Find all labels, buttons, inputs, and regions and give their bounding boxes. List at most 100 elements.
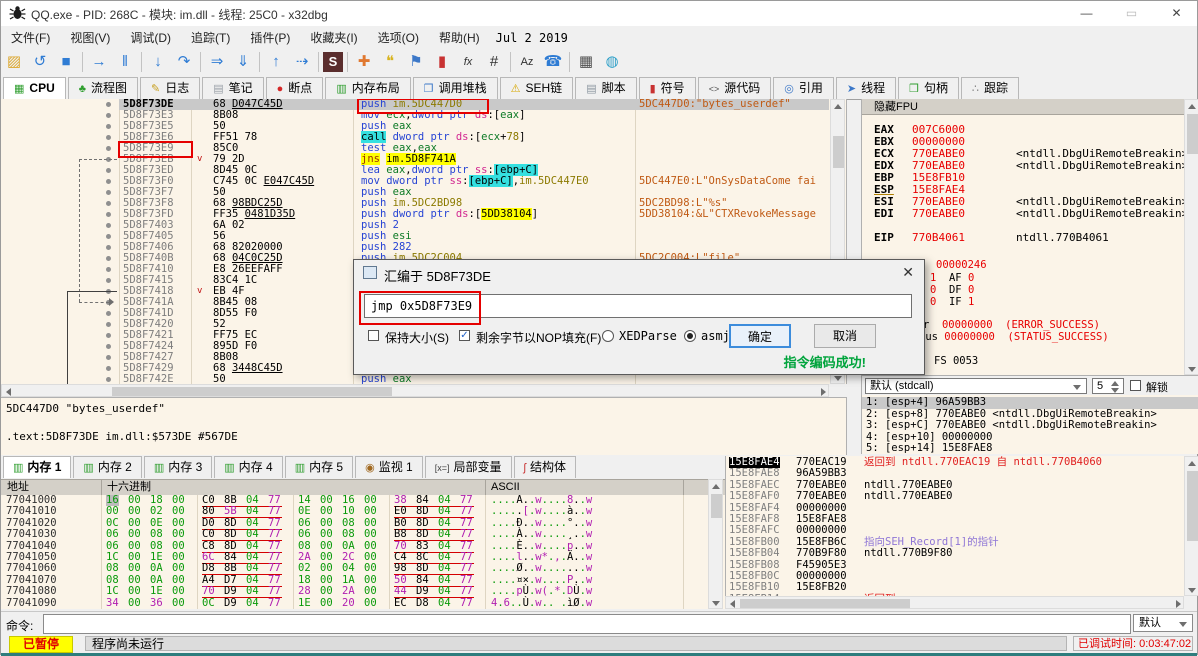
tab-script[interactable]: ▤ 脚本 bbox=[575, 77, 637, 99]
dialog-titlebar[interactable]: 汇编于 5D8F73DE ✕ bbox=[354, 260, 924, 286]
labels-icon[interactable]: ⚑ bbox=[404, 50, 428, 74]
dump-row[interactable]: 77041030 06 00 08 00 C0 8D 04 77 06 00 08 00 B8 8D 04 77… bbox=[1, 528, 725, 542]
scroll-up-icon[interactable] bbox=[712, 484, 720, 489]
breakpoint-dot[interactable] bbox=[106, 234, 111, 239]
breakpoint-dot[interactable] bbox=[106, 245, 111, 250]
stack-row[interactable]: 15E8FB10 15E8FB20 bbox=[726, 581, 1198, 593]
scroll-right-icon[interactable] bbox=[1176, 600, 1181, 608]
stack-vscrollbar[interactable] bbox=[1184, 456, 1198, 596]
memory-dump-pane[interactable]: 77041000 16 00 18 00 C0 8B 04 77 14 00 16 00 38 84 04 77… bbox=[1, 495, 725, 609]
scroll-left-icon[interactable] bbox=[730, 600, 735, 608]
tab-threads[interactable]: ➤ 线程 bbox=[835, 77, 897, 99]
patches-icon[interactable]: ✚ bbox=[352, 50, 376, 74]
stack-row[interactable]: 15E8FAF0 770EABE0 ntdll.770EABE0 bbox=[726, 490, 1198, 502]
command-profile-combo[interactable]: 默认 bbox=[1133, 614, 1193, 632]
breakpoint-dot[interactable] bbox=[106, 355, 111, 360]
scroll-down-icon[interactable] bbox=[712, 601, 720, 606]
restart-icon[interactable]: ↺ bbox=[28, 50, 52, 74]
cancel-button[interactable]: 取消 bbox=[814, 324, 876, 348]
scroll-up-icon[interactable] bbox=[1188, 104, 1196, 109]
scroll-thumb[interactable] bbox=[711, 494, 722, 518]
tab-notes[interactable]: ▤ 笔记 bbox=[202, 77, 264, 99]
breakpoint-dot[interactable] bbox=[106, 377, 111, 382]
breakpoint-dot[interactable] bbox=[106, 113, 111, 118]
tab-trace[interactable]: ∴ 跟踪 bbox=[960, 77, 1019, 99]
run-icon[interactable]: → bbox=[87, 50, 111, 74]
ok-button[interactable]: 确定 bbox=[729, 324, 791, 348]
disasm-hscrollbar[interactable] bbox=[1, 384, 829, 397]
breakpoint-dot[interactable] bbox=[106, 366, 111, 371]
tab-source[interactable]: <> 源代码 bbox=[697, 77, 772, 99]
breakpoint-dot[interactable] bbox=[106, 179, 111, 184]
tab-seh-chain[interactable]: ⚠ SEH链 bbox=[499, 77, 574, 99]
scroll-thumb[interactable] bbox=[1187, 114, 1198, 154]
breakpoint-dot[interactable] bbox=[106, 102, 111, 107]
breakpoint-dot[interactable] bbox=[106, 223, 111, 228]
breakpoint-dot[interactable] bbox=[106, 256, 111, 261]
run-to-cursor-icon[interactable]: ⇒ bbox=[205, 50, 229, 74]
comments-icon[interactable]: ❝ bbox=[378, 50, 402, 74]
stack-hscrollbar[interactable] bbox=[725, 596, 1184, 609]
disasm-row[interactable]: 5D8F742E 50 push eax bbox=[1, 374, 846, 384]
breakpoint-dot[interactable] bbox=[106, 124, 111, 129]
scroll-thumb[interactable] bbox=[833, 136, 844, 168]
tab-watch1[interactable]: ◉ 监视 1 bbox=[355, 456, 423, 478]
close-button[interactable]: ✕ bbox=[1154, 1, 1198, 26]
register-row[interactable]: EDI 770EABE0 <ntdll.DbgUiRemoteBreakin> bbox=[874, 207, 1188, 220]
tab-dump5[interactable]: ▥ 内存 5 bbox=[284, 456, 354, 478]
functions-icon[interactable]: fx bbox=[456, 50, 480, 74]
scroll-thumb[interactable] bbox=[112, 387, 392, 396]
scroll-down-icon[interactable] bbox=[1188, 588, 1196, 593]
run-to-user-code-icon[interactable]: ⇢ bbox=[290, 50, 314, 74]
breakpoint-dot[interactable] bbox=[106, 322, 111, 327]
breakpoint-dot[interactable] bbox=[106, 311, 111, 316]
tab-dump1[interactable]: ▥ 内存 1 bbox=[3, 456, 72, 478]
menu-收藏夹I[interactable]: 收藏夹(I) bbox=[300, 26, 367, 49]
argument-count-spinner[interactable]: 5 bbox=[1092, 378, 1124, 394]
dump-vscrollbar[interactable] bbox=[708, 479, 723, 609]
scroll-left-icon[interactable] bbox=[6, 388, 11, 396]
breakpoint-dot[interactable] bbox=[106, 168, 111, 173]
tab-references[interactable]: ◎ 引用 bbox=[773, 77, 834, 99]
tab-struct[interactable]: ʃ 结构体 bbox=[513, 456, 576, 478]
open-file-icon[interactable]: ▨ bbox=[2, 50, 26, 74]
breakpoint-dot[interactable] bbox=[106, 190, 111, 195]
menu-追踪T[interactable]: 追踪(T) bbox=[181, 26, 240, 49]
menu-文件F[interactable]: 文件(F) bbox=[1, 26, 60, 49]
nop-fill-checkbox[interactable]: ✓ bbox=[459, 330, 470, 341]
calling-convention-combo[interactable]: 默认 (stdcall) bbox=[865, 378, 1087, 394]
tab-cpu[interactable]: ▦ CPU bbox=[3, 77, 66, 100]
menu-帮助H[interactable]: 帮助(H) bbox=[429, 26, 490, 49]
scroll-up-icon[interactable] bbox=[1188, 461, 1196, 466]
tab-symbols[interactable]: ▮ 符号 bbox=[638, 77, 696, 99]
unlock-checkbox[interactable] bbox=[1130, 380, 1141, 391]
globe-icon[interactable]: ◍ bbox=[600, 50, 624, 74]
step-down-icon[interactable]: ⇓ bbox=[231, 50, 255, 74]
stack-row[interactable]: 15E8FB04 770B9F80 ntdll.770B9F80 bbox=[726, 547, 1198, 559]
xedparse-radio[interactable] bbox=[602, 330, 614, 342]
registers-vscrollbar[interactable] bbox=[1184, 99, 1198, 375]
scroll-up-icon[interactable] bbox=[834, 104, 842, 109]
argument-row[interactable]: 5: [esp+14] 15E8FAE8 bbox=[862, 442, 1198, 454]
tab-call-stack[interactable]: ❐ 调用堆栈 bbox=[412, 77, 498, 99]
breakpoint-dot[interactable] bbox=[106, 212, 111, 217]
keep-size-checkbox[interactable] bbox=[368, 330, 379, 341]
tab-log[interactable]: ✎ 日志 bbox=[139, 77, 201, 99]
tab-handles[interactable]: ❒ 句柄 bbox=[898, 77, 959, 99]
dialog-close-icon[interactable]: ✕ bbox=[902, 264, 914, 281]
tab-dump2[interactable]: ▥ 内存 2 bbox=[73, 456, 142, 478]
scroll-thumb[interactable] bbox=[740, 599, 910, 608]
phone-icon[interactable]: ☎ bbox=[541, 50, 565, 74]
tab-memory-map[interactable]: ▥ 内存布局 bbox=[325, 77, 411, 99]
tab-dump4[interactable]: ▥ 内存 4 bbox=[214, 456, 283, 478]
breakpoint-dot[interactable] bbox=[106, 267, 111, 272]
tab-breakpoints[interactable]: ● 断点 bbox=[265, 77, 324, 99]
pause-icon[interactable]: ‖ bbox=[113, 50, 137, 74]
menu-选项O[interactable]: 选项(O) bbox=[368, 26, 429, 49]
argument-row[interactable]: 1: [esp+4] 96A59BB3 bbox=[862, 396, 1198, 409]
calculator-icon[interactable]: ▦ bbox=[574, 50, 598, 74]
scroll-down-icon[interactable] bbox=[1188, 367, 1196, 372]
menu-插件P[interactable]: 插件(P) bbox=[240, 26, 300, 49]
breakpoint-dot[interactable] bbox=[106, 146, 111, 151]
tab-locals[interactable]: [x=] 局部变量 bbox=[424, 456, 512, 478]
